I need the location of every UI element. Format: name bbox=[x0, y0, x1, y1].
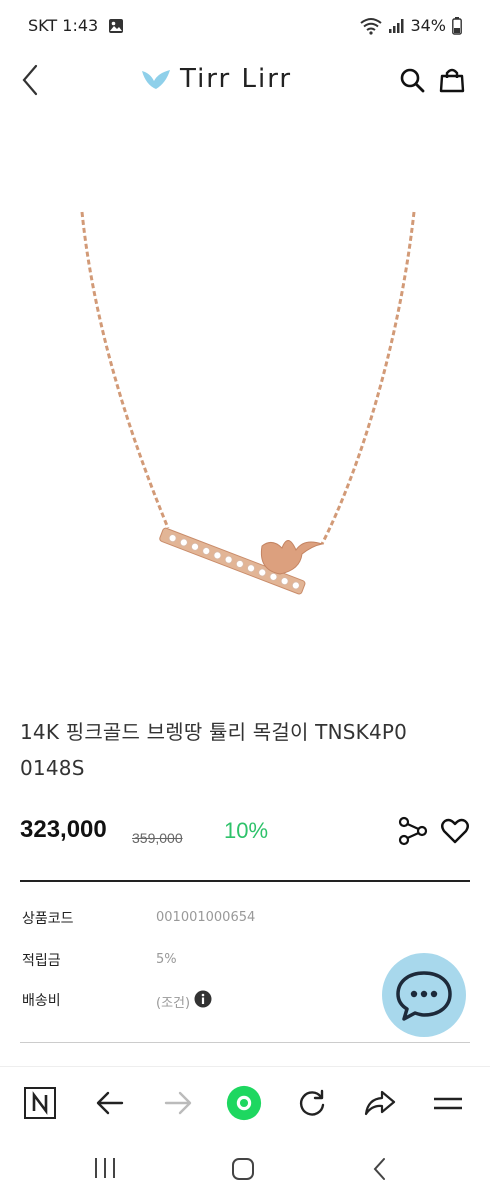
battery-percent: 34% bbox=[410, 16, 446, 35]
refresh-icon[interactable] bbox=[294, 1085, 330, 1121]
arrow-right-icon[interactable] bbox=[160, 1085, 196, 1121]
signal-icon bbox=[389, 18, 404, 33]
back-icon[interactable] bbox=[16, 60, 46, 100]
right-chain bbox=[320, 211, 416, 545]
gallery-icon bbox=[109, 18, 124, 33]
arrow-left-icon[interactable] bbox=[92, 1085, 128, 1121]
chat-button[interactable] bbox=[382, 953, 466, 1037]
recents-icon[interactable] bbox=[92, 1156, 118, 1180]
home-icon[interactable] bbox=[230, 1156, 256, 1182]
tulip-charm bbox=[260, 540, 324, 575]
discount-rate: 10% bbox=[224, 818, 269, 843]
browser-toolbar bbox=[0, 1066, 490, 1139]
share-icon[interactable] bbox=[398, 816, 428, 846]
carrier-time: SKT 1:43 bbox=[28, 16, 99, 35]
status-left: SKT 1:43 bbox=[28, 16, 124, 35]
heart-icon[interactable] bbox=[440, 816, 470, 846]
section-divider bbox=[20, 880, 470, 882]
menu-icon[interactable] bbox=[430, 1085, 466, 1121]
product-code-label: 상품코드 bbox=[22, 911, 74, 927]
back-nav-icon[interactable] bbox=[370, 1156, 390, 1182]
brand-logo[interactable]: Tirr Lirr bbox=[140, 64, 292, 94]
battery-icon bbox=[452, 16, 462, 35]
bird-logo-icon bbox=[142, 70, 170, 89]
system-nav-bar bbox=[0, 1138, 490, 1200]
shipping-value: (조건) bbox=[156, 996, 191, 1011]
home-dot-icon[interactable] bbox=[226, 1085, 262, 1121]
app-header: Tirr Lirr bbox=[0, 52, 490, 112]
logo-text: Tirr Lirr bbox=[180, 64, 293, 94]
status-bar: SKT 1:43 34% bbox=[0, 0, 490, 52]
sale-price: 323,000 bbox=[20, 816, 107, 843]
status-right: 34% bbox=[360, 16, 462, 35]
left-chain bbox=[80, 211, 170, 529]
product-title: 14K 핑크골드 브렝땅 튤리 목걸이 TNSK4P0 0148S bbox=[20, 720, 408, 780]
wifi-icon bbox=[360, 17, 383, 35]
bag-icon[interactable] bbox=[438, 66, 466, 94]
naver-icon[interactable] bbox=[22, 1085, 58, 1121]
info-icon[interactable] bbox=[194, 990, 212, 1008]
price-row: 323,000 359,000 10% bbox=[20, 812, 470, 852]
shipping-label: 배송비 bbox=[22, 993, 61, 1009]
original-price: 359,000 bbox=[132, 830, 183, 846]
divider-bottom bbox=[20, 1042, 470, 1043]
product-code-value: 001001000654 bbox=[156, 910, 256, 925]
product-image bbox=[80, 211, 416, 595]
search-icon[interactable] bbox=[398, 66, 426, 94]
points-value: 5% bbox=[156, 952, 177, 967]
chat-icon bbox=[396, 971, 452, 1021]
forward-share-icon[interactable] bbox=[362, 1085, 398, 1121]
points-label: 적립금 bbox=[22, 953, 61, 969]
